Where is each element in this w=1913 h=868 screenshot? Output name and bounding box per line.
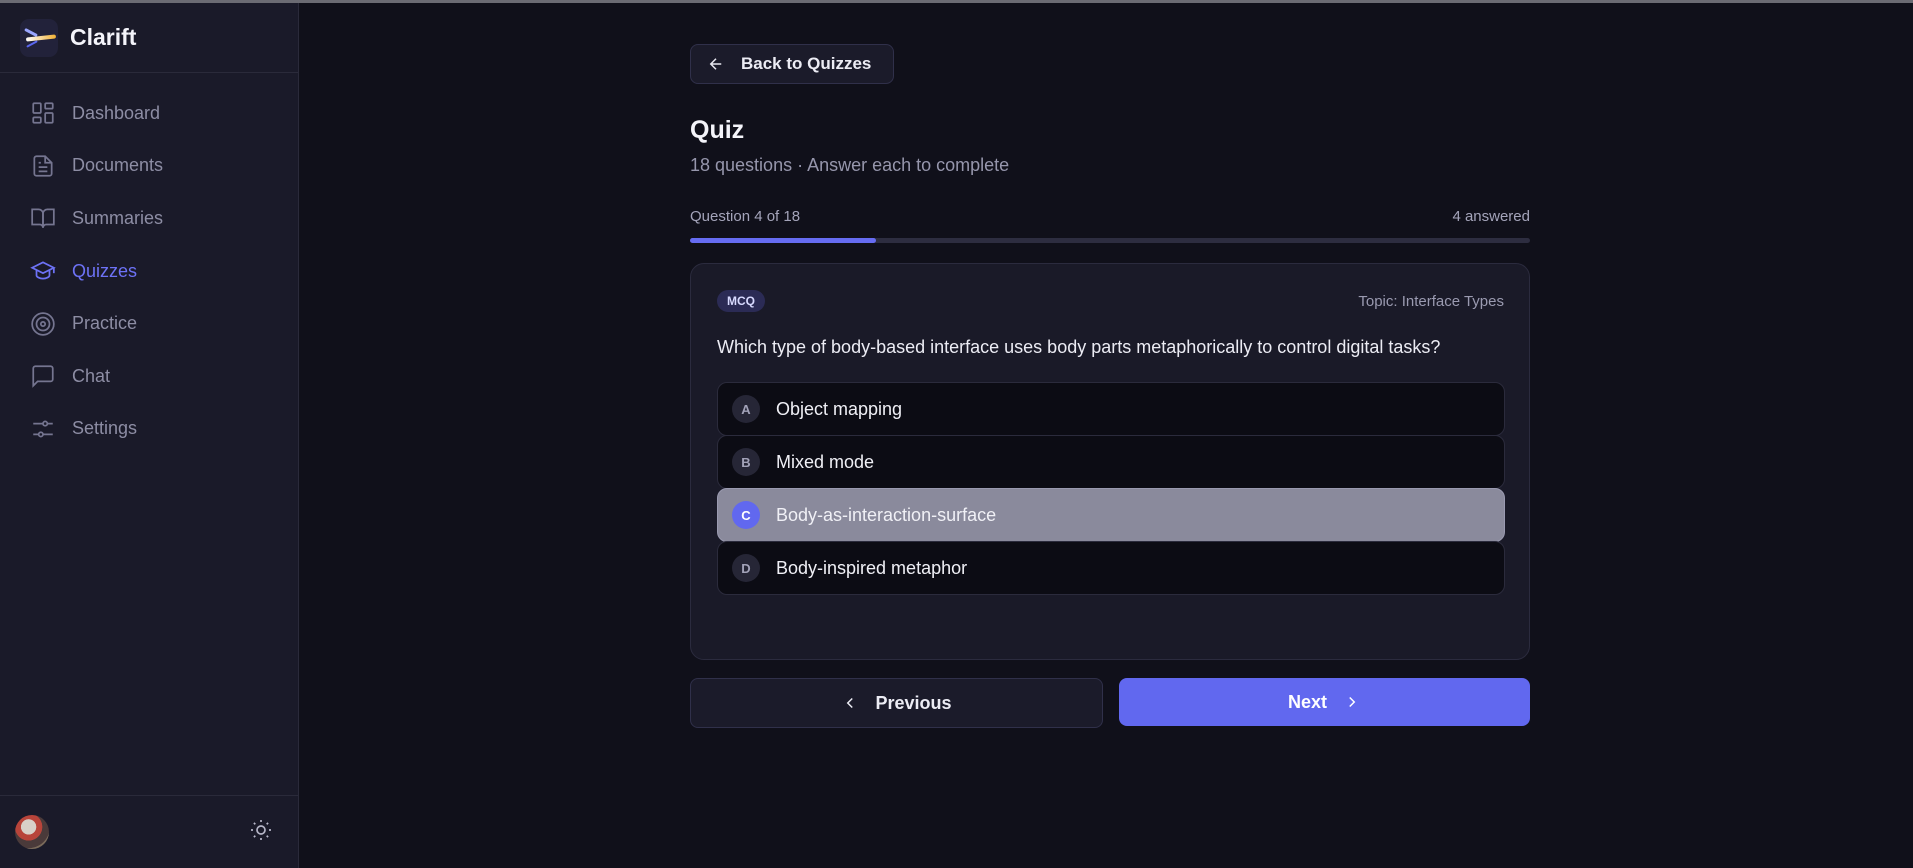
sidebar-item-label: Dashboard	[72, 102, 161, 123]
sidebar-footer	[0, 795, 299, 868]
chat-icon	[32, 365, 54, 389]
option-text: Object mapping	[776, 398, 903, 419]
sidebar-item-label: Practice	[72, 313, 138, 334]
question-type-badge: MCQ	[717, 290, 765, 312]
brand[interactable]: Clarift	[0, 3, 298, 73]
sidebar-item-chat[interactable]: Chat	[0, 350, 298, 403]
option-letter: A	[732, 395, 760, 423]
next-button[interactable]: Next	[1119, 678, 1530, 726]
sidebar-item-documents[interactable]: Documents	[0, 140, 298, 193]
sidebar-item-settings[interactable]: Settings	[0, 403, 298, 456]
sliders-icon	[33, 420, 53, 438]
sidebar: Clarift Dashboard Documents Summaries Qu…	[0, 3, 299, 868]
sidebar-item-practice[interactable]: Practice	[0, 297, 298, 350]
previous-label: Previous	[875, 692, 952, 713]
next-label: Next	[1287, 691, 1327, 712]
option-text: Body-as-interaction-surface	[776, 504, 997, 525]
back-button-label: Back to Quizzes	[741, 54, 872, 73]
answer-option-a[interactable]: A Object mapping	[717, 382, 1505, 436]
brand-name: Clarift	[70, 24, 137, 50]
question-topic: Topic: Interface Types	[1358, 293, 1504, 310]
sidebar-item-summaries[interactable]: Summaries	[0, 192, 298, 245]
book-icon	[31, 208, 55, 229]
page-title: Quiz	[690, 116, 745, 144]
sidebar-nav: Dashboard Documents Summaries Quizzes Pr…	[0, 73, 298, 455]
answer-option-c[interactable]: C Body-as-interaction-surface	[717, 488, 1505, 542]
chevron-right-icon	[1349, 696, 1356, 708]
sidebar-item-label: Chat	[72, 365, 111, 386]
sidebar-item-label: Quizzes	[72, 260, 138, 281]
question-counter: Question 4 of 18	[690, 208, 801, 225]
answer-option-b[interactable]: B Mixed mode	[717, 435, 1505, 489]
progress-bar-fill	[690, 238, 877, 243]
question-card: MCQ Topic: Interface Types Which type of…	[690, 263, 1530, 660]
sidebar-item-label: Documents	[72, 155, 164, 176]
theme-toggle-button[interactable]	[249, 818, 273, 847]
page-subtitle: 18 questions · Answer each to complete	[690, 155, 1010, 175]
sidebar-item-label: Summaries	[72, 207, 164, 228]
answered-count: 4 answered	[1452, 208, 1530, 225]
clarift-logo-icon	[20, 18, 58, 57]
question-text: Which type of body-based interface uses …	[717, 337, 1441, 357]
option-letter: D	[732, 554, 760, 582]
back-to-quizzes-button[interactable]: Back to Quizzes	[690, 44, 894, 84]
dashboard-icon	[32, 102, 54, 124]
progress-bar	[690, 238, 1530, 243]
arrow-left-icon	[709, 58, 722, 70]
target-icon	[31, 311, 55, 336]
option-text: Body-inspired metaphor	[776, 557, 968, 578]
sun-icon	[251, 819, 271, 840]
chevron-left-icon	[847, 697, 854, 709]
avatar[interactable]	[15, 815, 49, 849]
graduation-cap-icon	[30, 261, 56, 280]
previous-button[interactable]: Previous	[690, 678, 1103, 728]
option-letter: B	[732, 448, 760, 476]
sidebar-item-label: Settings	[72, 418, 138, 439]
option-letter: C	[732, 501, 760, 529]
option-text: Mixed mode	[776, 451, 875, 472]
document-icon	[33, 155, 53, 177]
sidebar-item-dashboard[interactable]: Dashboard	[0, 87, 298, 140]
answer-option-d[interactable]: D Body-inspired metaphor	[717, 541, 1505, 595]
sidebar-item-quizzes[interactable]: Quizzes	[0, 245, 298, 298]
